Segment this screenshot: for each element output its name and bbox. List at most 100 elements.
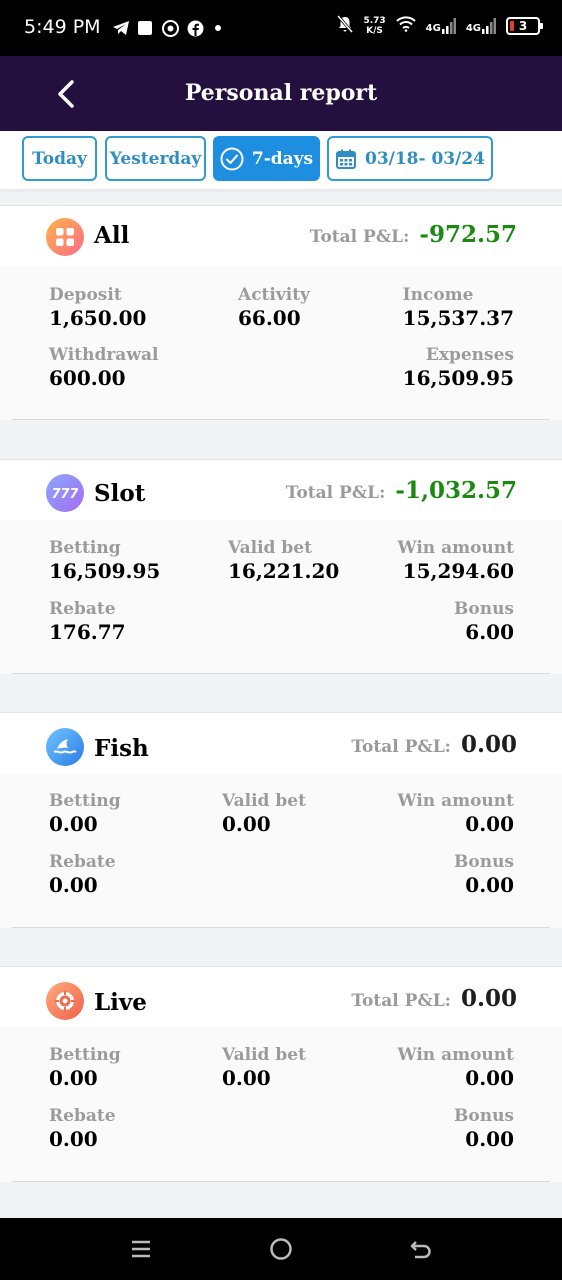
card-divider [12,927,550,928]
valid-bet-stat: Valid bet 16,221.20 [228,537,339,583]
withdrawal-label: Withdrawal [49,345,159,365]
chrome-icon [162,18,179,38]
bonus-label: Bonus [454,852,514,872]
page-title: Personal report [184,80,378,106]
bonus-value: 6.00 [465,620,514,644]
card-header: Fish Total P&L: 0.00 [0,713,562,773]
betting-stat: Betting 0.00 [49,1044,121,1090]
back-arrow-icon [410,1241,431,1259]
date-tabs: Today Yesterday 7-days 03/18- 03/24 [0,131,562,189]
expenses-stat: Expenses 16,509.95 [403,344,514,390]
rebate-value: 0.00 [49,1127,98,1151]
recent-apps-button[interactable] [125,1233,157,1265]
income-value: 15,537.37 [402,306,514,330]
betting-value: 0.00 [49,812,98,836]
bonus-label: Bonus [454,599,514,619]
report-card-slot: 777 Slot Total P&L: -1,032.57 Betting 16… [0,459,562,674]
deposit-value: 1,650.00 [49,306,147,330]
total-pl-label: Total P&L: [309,227,410,247]
net-speed: 5.73 K/S [363,16,385,36]
system-nav-bar [0,1218,562,1280]
rebate-value: 0.00 [49,873,98,897]
total-pl: Total P&L: 0.00 [351,985,517,1012]
tab-today[interactable]: Today [22,136,97,181]
bonus-value: 0.00 [465,873,514,897]
category-name: Slot [94,480,146,507]
fish-category-icon [46,728,84,766]
check-circle-icon [220,147,244,170]
betting-stat: Betting 16,509.95 [49,537,160,583]
tab-7-days[interactable]: 7-days [213,136,320,181]
svg-text:777: 777 [52,487,78,501]
signal-2: 4G [466,18,496,34]
win-amount-value: 0.00 [465,812,514,836]
rebate-stat: Rebate 0.00 [49,851,116,897]
app-header: Personal report [0,56,562,131]
expenses-label: Expenses [425,345,514,365]
calendar-icon [335,149,356,169]
net-speed-unit: K/S [366,26,383,36]
total-pl-label: Total P&L: [351,737,451,757]
total-pl: Total P&L: -1,032.57 [286,477,517,504]
signal-bars-icon [441,18,456,34]
activity-label: Activity [238,285,310,305]
home-button[interactable] [265,1233,297,1265]
rebate-label: Rebate [49,599,116,619]
withdrawal-stat: Withdrawal 600.00 [49,344,158,390]
activity-stat: Activity 66.00 [238,284,310,330]
total-pl-value: 0.00 [460,731,517,758]
mute-bell-icon [337,15,354,37]
income-label: Income [402,285,474,305]
bonus-label: Bonus [454,1106,514,1126]
battery-icon: 3 [506,17,543,35]
bonus-stat: Bonus 0.00 [454,1105,514,1151]
bonus-stat: Bonus 6.00 [454,598,514,644]
valid-bet-stat: Valid bet 0.00 [222,1044,306,1090]
tab-7-days-label: 7-days [251,148,314,169]
back-nav-button[interactable] [405,1233,437,1265]
net-speed-value: 5.73 [363,16,386,26]
valid-bet-value: 16,221.20 [228,559,340,583]
betting-label: Betting [49,538,121,558]
slot-category-icon: 777 [46,474,84,512]
total-pl-value: -972.57 [419,221,517,248]
rebate-label: Rebate [49,852,116,872]
card-divider [12,419,550,420]
wifi-icon [395,16,416,36]
tab-yesterday-label: Yesterday [109,148,202,169]
dot-icon [214,18,222,38]
rebate-label: Rebate [49,1106,116,1126]
tab-today-label: Today [32,148,87,169]
telegram-icon [112,18,130,38]
facebook-icon [187,18,204,38]
tab-yesterday[interactable]: Yesterday [105,136,206,181]
total-pl-value: -1,032.57 [395,477,517,504]
card-divider [12,673,550,674]
valid-bet-value: 0.00 [222,812,271,836]
all-category-icon [46,218,84,256]
card-header: All Total P&L: -972.57 [0,206,562,266]
report-card-fish: Fish Total P&L: 0.00 Betting 0.00 Valid … [0,712,562,928]
withdrawal-value: 600.00 [49,366,126,390]
total-pl: Total P&L: -972.57 [310,221,517,248]
betting-label: Betting [49,1045,121,1065]
date-range-picker[interactable]: 03/18- 03/24 [327,136,493,181]
deposit-label: Deposit [49,285,122,305]
win-amount-stat: Win amount 15,294.60 [398,537,514,583]
win-amount-label: Win amount [397,791,514,811]
expenses-value: 16,509.95 [402,366,514,390]
bonus-value: 0.00 [465,1127,514,1151]
signal-2-label: 4G [465,23,481,34]
live-category-icon [46,982,84,1020]
category-name: Fish [94,735,149,762]
home-circle-icon [270,1238,292,1260]
signal-1: 4G [426,18,456,34]
status-right: 5.73 K/S 4G 4G 3 [337,15,543,37]
report-card-live: Live Total P&L: 0.00 Betting 0.00 Valid … [0,966,562,1182]
card-header: 777 Slot Total P&L: -1,032.57 [0,460,562,520]
win-amount-stat: Win amount 0.00 [398,790,514,836]
category-name: All [94,222,130,249]
valid-bet-label: Valid bet [228,538,312,558]
betting-stat: Betting 0.00 [49,790,121,836]
total-pl-value: 0.00 [460,985,517,1012]
